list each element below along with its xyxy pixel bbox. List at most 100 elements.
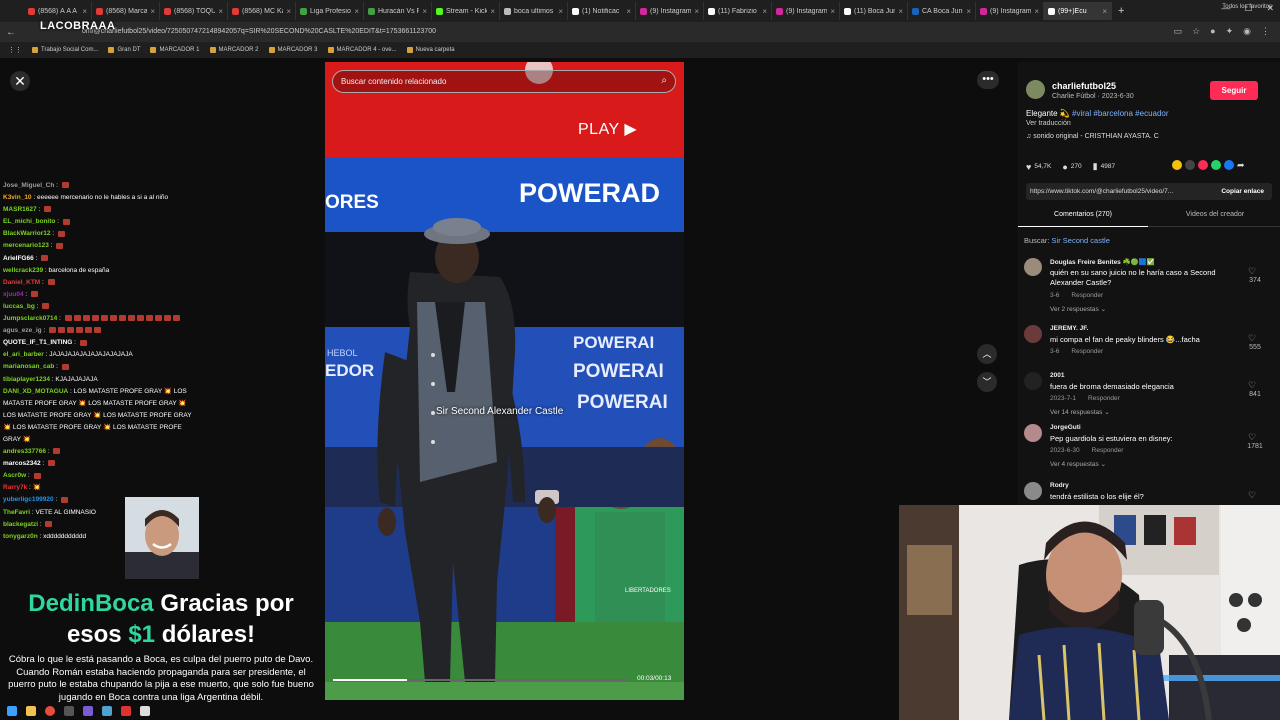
tab-close-icon[interactable]: × (694, 7, 699, 16)
embed-icon[interactable] (1185, 160, 1195, 170)
related-search-input[interactable]: Buscar contenido relacionado ⌕ (332, 70, 676, 93)
apps-grid-icon[interactable]: ⋮⋮ (8, 46, 22, 54)
commenter-avatar[interactable] (1024, 258, 1042, 276)
chrome-icon[interactable] (45, 706, 55, 716)
chat-username[interactable]: marianosan_cab (3, 363, 54, 370)
chat-username[interactable]: QUOTE_IF_T1_INTING (3, 339, 72, 346)
app2-icon[interactable] (121, 706, 131, 716)
chat-username[interactable]: marcos2342 (3, 460, 41, 467)
browser-tab[interactable]: (9) Instagram × (636, 2, 704, 20)
tab-close-icon[interactable]: × (830, 7, 835, 16)
chat-username[interactable]: mercenario123 (3, 242, 49, 249)
browser-tab[interactable]: (8568) MC Ka × (228, 2, 296, 20)
chat-username[interactable]: wellcrack239 (3, 267, 43, 274)
bookmark-star-icon[interactable]: ☆ (1192, 26, 1200, 37)
chat-username[interactable]: Jumpsclarck0714 (3, 315, 57, 322)
author-avatar[interactable] (1026, 80, 1045, 99)
comment-action[interactable]: ● 270 (1062, 162, 1081, 172)
windows-start-icon[interactable] (7, 706, 17, 716)
follow-button[interactable]: Seguir (1210, 81, 1258, 100)
tab-close-icon[interactable]: × (218, 7, 223, 16)
commenter-name[interactable]: Rodry (1050, 482, 1069, 489)
menu-dots-icon[interactable]: ⋮ (1261, 26, 1270, 37)
chat-username[interactable]: MASR1627 (3, 206, 37, 213)
browser-tab[interactable]: (1) Notificac × (568, 2, 636, 20)
bookmark-item[interactable]: MARCADOR 2 (209, 47, 259, 53)
back-arrow-icon[interactable]: ← (6, 27, 16, 38)
sound-link[interactable]: ♫ sonido original - CRISTHIAN AYASTA. C (1026, 133, 1159, 140)
send-friends-icon[interactable] (1198, 160, 1208, 170)
extensions-puzzle-icon[interactable]: ✦ (1226, 26, 1234, 37)
video-link[interactable]: https://www.tiktok.com/@charliefutbol25/… (1030, 188, 1173, 195)
translate-link[interactable]: Ver traducción (1026, 120, 1071, 127)
new-tab-icon[interactable]: + (1112, 5, 1130, 17)
share-arrow-icon[interactable]: ➦ (1237, 160, 1245, 171)
browser-tab[interactable]: boca ultimos × (500, 2, 568, 20)
obs-icon[interactable] (64, 706, 74, 716)
search-icon[interactable]: ⌕ (661, 75, 667, 86)
browser-tab[interactable]: Stream - Kick × (432, 2, 500, 20)
comment-like-icon[interactable]: ♡ (1248, 432, 1256, 443)
browser-tab[interactable]: Huracán Vs R × (364, 2, 432, 20)
author-username[interactable]: charliefutbol25 (1052, 81, 1116, 91)
chat-username[interactable]: Ascr0w (3, 472, 26, 479)
tab-close-icon[interactable]: × (762, 7, 767, 16)
bookmark-item[interactable]: Gran DT (108, 47, 140, 53)
comment-like-icon[interactable]: ♡ (1248, 266, 1256, 277)
tab-close-icon[interactable]: × (490, 7, 495, 16)
facebook-icon[interactable] (1224, 160, 1234, 170)
bookmark-item[interactable]: MARCADOR 3 (268, 47, 318, 53)
reply-link[interactable]: Responder (1071, 292, 1103, 299)
commenter-avatar[interactable] (1024, 482, 1042, 500)
commenter-avatar[interactable] (1024, 424, 1042, 442)
search-term-link[interactable]: Sir Second castle (1052, 236, 1110, 245)
browser-tab[interactable]: (8568) TOQU × (160, 2, 228, 20)
chat-username[interactable]: TheFavri (3, 509, 30, 516)
bookmark-item[interactable]: Trabajo Social Com... (32, 47, 98, 53)
browser-tab[interactable]: (8568) Marca × (92, 2, 160, 20)
previous-video-button[interactable]: ︿ (977, 344, 997, 364)
tab-close-icon[interactable]: × (150, 7, 155, 16)
emoji-share-icon[interactable] (1172, 160, 1182, 170)
browser-tab[interactable]: (8568) À A A × (24, 2, 92, 20)
browser-tab[interactable]: (9) Instagram × (976, 2, 1044, 20)
tab-close-icon[interactable]: × (966, 7, 971, 16)
reply-link[interactable]: Responder (1092, 447, 1124, 454)
chat-username[interactable]: ArielFG66 (3, 255, 34, 262)
save-action[interactable]: ▮ 4987 (1093, 161, 1115, 172)
chat-username[interactable]: yuberligc199920 (3, 496, 54, 503)
commenter-name[interactable]: JEREMY. JF. (1050, 325, 1088, 332)
chat-username[interactable]: agus_eze_ig (3, 327, 42, 334)
browser-tab[interactable]: (11) Boca Jun × (840, 2, 908, 20)
more-options-button[interactable]: ••• (977, 71, 999, 89)
video-progress-bar[interactable] (333, 679, 628, 681)
tab-close-icon[interactable]: × (82, 7, 87, 16)
description-hashtags[interactable]: #viral #barcelona #ecuador (1072, 109, 1169, 118)
browser-tab[interactable]: (9) Instagram × (772, 2, 840, 20)
chat-username[interactable]: andres337766 (3, 448, 46, 455)
reply-link[interactable]: Responder (1088, 395, 1120, 402)
next-video-button[interactable]: ﹀ (977, 372, 997, 392)
chat-username[interactable]: DANI_XD_MOTAGUA (3, 388, 68, 395)
tab-comments[interactable]: Comentarios (270) (1018, 207, 1148, 227)
chat-username[interactable]: el_ari_barber (3, 351, 44, 358)
tab-close-icon[interactable]: × (286, 7, 291, 16)
cast-icon[interactable]: ▭ (1174, 26, 1183, 37)
browser-tab[interactable]: CA Boca Juni × (908, 2, 976, 20)
chat-username[interactable]: Rarry7k (3, 484, 27, 491)
comment-like-icon[interactable]: ♡ (1248, 333, 1256, 344)
view-replies-link[interactable]: Ver 2 respuestas ⌄ (1050, 305, 1106, 313)
extension-icon[interactable]: ● (1210, 26, 1215, 37)
app3-icon[interactable] (140, 706, 150, 716)
chat-username[interactable]: K3vin_10 (3, 194, 32, 201)
comment-like-icon[interactable]: ♡ (1248, 490, 1256, 501)
video-player[interactable]: POWERAD ORES POWERAI POWERAI POWERAI EDO… (325, 62, 684, 700)
commenter-avatar[interactable] (1024, 372, 1042, 390)
file-explorer-icon[interactable] (26, 706, 36, 716)
chat-username[interactable]: tonygarz0n (3, 533, 38, 540)
tab-close-icon[interactable]: × (626, 7, 631, 16)
browser-tab[interactable]: Liga Profesio × (296, 2, 364, 20)
browser-tab[interactable]: (99+)Ecu × (1044, 2, 1112, 20)
tab-close-icon[interactable]: × (898, 7, 903, 16)
view-replies-link[interactable]: Ver 14 respuestas ⌄ (1050, 408, 1110, 416)
